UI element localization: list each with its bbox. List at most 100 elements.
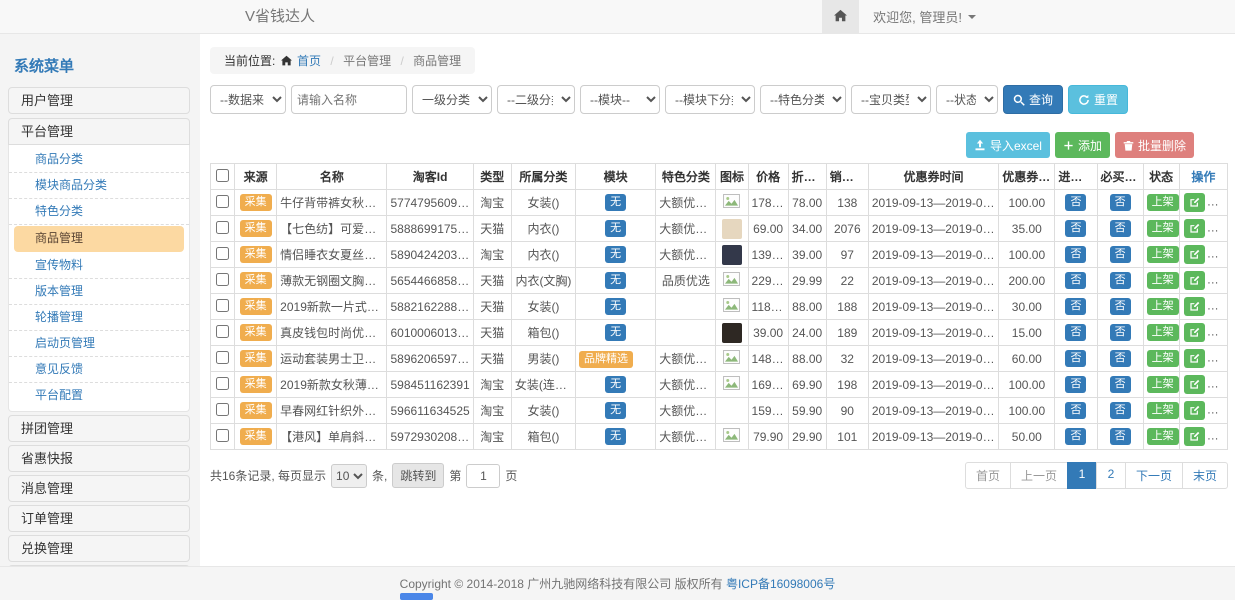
pager-button-末页[interactable]: 末页 <box>1182 462 1228 489</box>
pager-button-下一页[interactable]: 下一页 <box>1125 462 1183 489</box>
add-button[interactable]: 添加 <box>1055 132 1110 158</box>
scrollbar-thumb[interactable] <box>400 593 433 600</box>
must-buy-badge[interactable]: 否 <box>1110 428 1131 444</box>
status-badge[interactable]: 上架 <box>1147 194 1179 210</box>
row-checkbox[interactable] <box>216 299 229 312</box>
imported-badge[interactable]: 否 <box>1065 298 1086 314</box>
status-badge[interactable]: 上架 <box>1147 324 1179 340</box>
pager-button-2[interactable]: 2 <box>1096 462 1126 489</box>
row-checkbox[interactable] <box>216 273 229 286</box>
imported-badge[interactable]: 否 <box>1065 220 1086 236</box>
pager-button-1[interactable]: 1 <box>1067 462 1097 489</box>
sidebar-item-用户管理[interactable]: 用户管理 <box>8 87 190 114</box>
import-excel-button[interactable]: 导入excel <box>966 132 1050 158</box>
reset-button[interactable]: 重置 <box>1068 85 1128 114</box>
level1-category-select[interactable]: 一级分类 <box>412 85 492 114</box>
sidebar-item-消息管理[interactable]: 消息管理 <box>8 475 190 502</box>
row-checkbox[interactable] <box>216 195 229 208</box>
user-menu[interactable]: 欢迎您, 管理员! <box>859 0 990 33</box>
imported-badge[interactable]: 否 <box>1065 376 1086 392</box>
edit-button[interactable] <box>1184 193 1205 212</box>
search-button[interactable]: 查询 <box>1003 85 1063 114</box>
home-button[interactable] <box>822 0 859 33</box>
edit-button[interactable] <box>1184 349 1205 368</box>
sidebar-subitem-轮播管理[interactable]: 轮播管理 <box>9 305 189 331</box>
must-buy-badge[interactable]: 否 <box>1110 350 1131 366</box>
imported-badge[interactable]: 否 <box>1065 324 1086 340</box>
sidebar-subitem-宣传物料[interactable]: 宣传物料 <box>9 253 189 279</box>
page-number-input[interactable] <box>466 464 500 488</box>
status-badge[interactable]: 上架 <box>1147 246 1179 262</box>
sidebar-item-订单管理[interactable]: 订单管理 <box>8 505 190 532</box>
status-badge[interactable]: 上架 <box>1147 350 1179 366</box>
edit-button[interactable] <box>1184 297 1205 316</box>
sidebar-item-省惠快报[interactable]: 省惠快报 <box>8 445 190 472</box>
per-page-select[interactable]: 10 <box>331 464 367 488</box>
status-badge[interactable]: 上架 <box>1147 298 1179 314</box>
edit-button[interactable] <box>1184 375 1205 394</box>
edit-button[interactable] <box>1184 323 1205 342</box>
select-all-checkbox[interactable] <box>216 169 229 182</box>
edit-button[interactable] <box>1184 427 1205 446</box>
data-source-select[interactable]: --数据来源-- <box>210 85 286 114</box>
sidebar-item-兑换管理[interactable]: 兑换管理 <box>8 535 190 562</box>
edit-button[interactable] <box>1184 401 1205 420</box>
pager-button-上一页[interactable]: 上一页 <box>1010 462 1068 489</box>
sidebar-subitem-模块商品分类[interactable]: 模块商品分类 <box>9 173 189 199</box>
icp-link[interactable]: 粤ICP备16098006号 <box>726 575 835 592</box>
sidebar-subitem-启动页管理[interactable]: 启动页管理 <box>9 331 189 357</box>
edit-button[interactable] <box>1184 245 1205 264</box>
must-buy-badge[interactable]: 否 <box>1110 220 1131 236</box>
module-subcategory-select[interactable]: --模块下分类-- <box>665 85 755 114</box>
status-select[interactable]: --状态-- <box>936 85 998 114</box>
breadcrumb-home-link[interactable]: 首页 <box>297 54 321 68</box>
table-row: 采集运动套装男士卫衣初秋...589620659791天猫男装()品牌精选爱上运… <box>211 346 1228 372</box>
must-buy-badge[interactable]: 否 <box>1110 298 1131 314</box>
imported-badge[interactable]: 否 <box>1065 272 1086 288</box>
column-header-进口优选: 进口优选 <box>1055 164 1097 190</box>
module-badge: 无 <box>605 376 626 392</box>
row-checkbox[interactable] <box>216 351 229 364</box>
goods-name-input[interactable] <box>291 85 407 114</box>
row-checkbox[interactable] <box>216 429 229 442</box>
status-badge[interactable]: 上架 <box>1147 376 1179 392</box>
must-buy-badge[interactable]: 否 <box>1110 376 1131 392</box>
status-badge[interactable]: 上架 <box>1147 220 1179 236</box>
sidebar-subitem-意见反馈[interactable]: 意见反馈 <box>9 357 189 383</box>
row-checkbox[interactable] <box>216 325 229 338</box>
edit-button[interactable] <box>1184 219 1205 238</box>
imported-badge[interactable]: 否 <box>1065 350 1086 366</box>
row-checkbox[interactable] <box>216 247 229 260</box>
row-checkbox[interactable] <box>216 403 229 416</box>
row-checkbox[interactable] <box>216 221 229 234</box>
must-buy-badge[interactable]: 否 <box>1110 272 1131 288</box>
must-buy-badge[interactable]: 否 <box>1110 324 1131 340</box>
item-type-select[interactable]: --宝贝类型-- <box>851 85 931 114</box>
pager-button-首页[interactable]: 首页 <box>965 462 1011 489</box>
sidebar-item-平台管理[interactable]: 平台管理 <box>8 118 190 145</box>
sidebar-subitem-商品管理[interactable]: 商品管理 <box>14 226 184 252</box>
status-badge[interactable]: 上架 <box>1147 402 1179 418</box>
sidebar-subitem-特色分类[interactable]: 特色分类 <box>9 199 189 225</box>
imported-badge[interactable]: 否 <box>1065 402 1086 418</box>
row-checkbox[interactable] <box>216 377 229 390</box>
imported-badge[interactable]: 否 <box>1065 428 1086 444</box>
must-buy-badge[interactable]: 否 <box>1110 194 1131 210</box>
sidebar-item-拼团管理[interactable]: 拼团管理 <box>8 415 190 442</box>
feature-category-select[interactable]: --特色分类-- <box>760 85 846 114</box>
status-badge[interactable]: 上架 <box>1147 272 1179 288</box>
status-badge[interactable]: 上架 <box>1147 428 1179 444</box>
sidebar-subitem-版本管理[interactable]: 版本管理 <box>9 279 189 305</box>
must-buy-badge[interactable]: 否 <box>1110 402 1131 418</box>
imported-badge[interactable]: 否 <box>1065 246 1086 262</box>
edit-button[interactable] <box>1184 271 1205 290</box>
imported-badge[interactable]: 否 <box>1065 194 1086 210</box>
batch-delete-button[interactable]: 批量删除 <box>1115 132 1194 158</box>
level2-category-select[interactable]: --二级分类-- <box>497 85 575 114</box>
module-select[interactable]: --模块-- <box>580 85 660 114</box>
jump-button[interactable]: 跳转到 <box>392 463 444 488</box>
sidebar-subitem-平台配置[interactable]: 平台配置 <box>9 383 189 409</box>
must-buy-badge[interactable]: 否 <box>1110 246 1131 262</box>
home-icon <box>834 9 847 25</box>
sidebar-subitem-商品分类[interactable]: 商品分类 <box>9 147 189 173</box>
